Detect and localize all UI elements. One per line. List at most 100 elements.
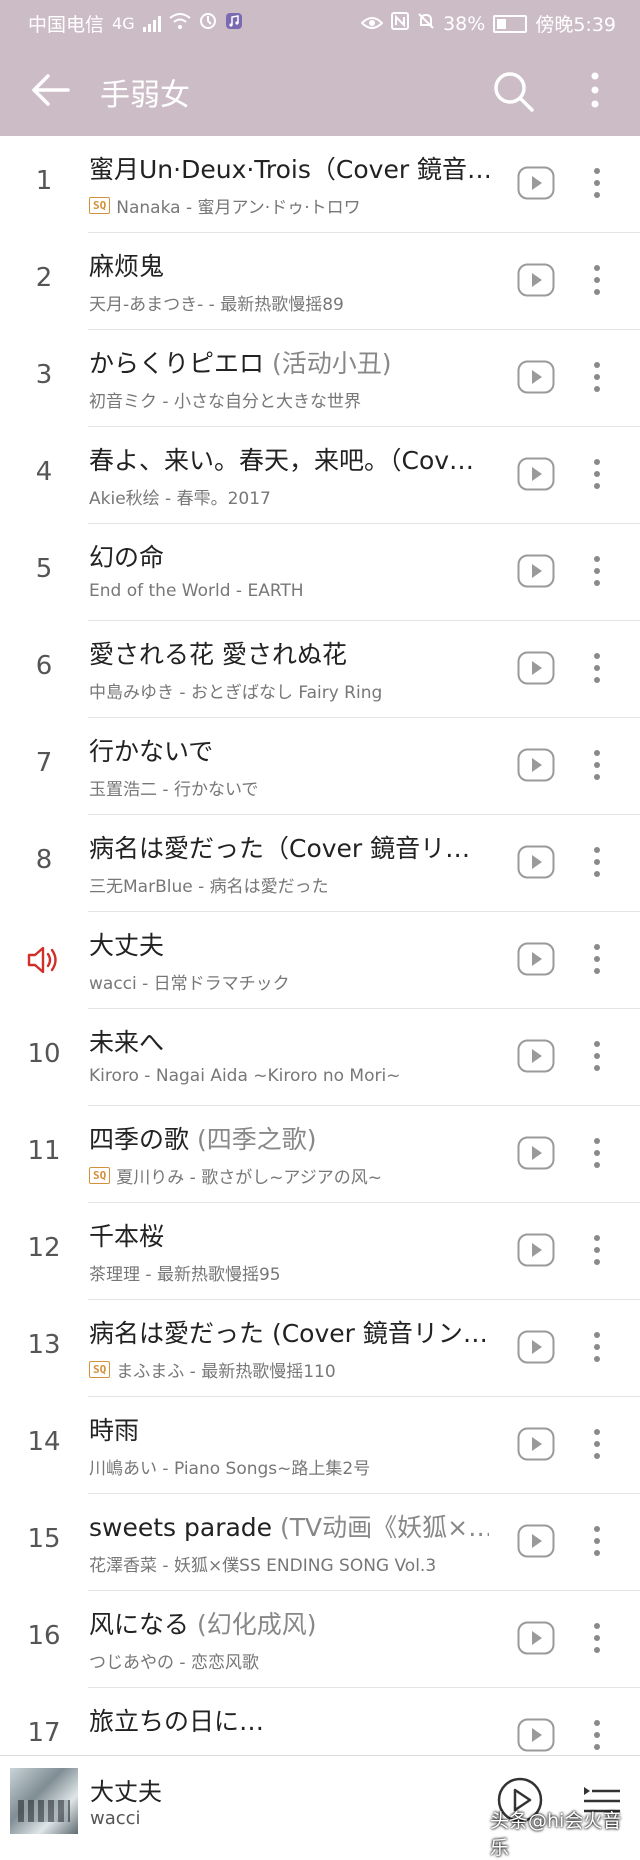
wifi-icon [168,12,191,35]
app-notification-icon [199,12,217,35]
play-video-icon[interactable] [517,1330,555,1364]
artist-album-text: Nanaka - 蜜月アン·ドゥ·トロワ [116,198,361,218]
app-bar: 手弱女 [0,44,640,136]
song-artist-album: SQ 夏川りみ - 歌さがし~アジアの风~ [89,1163,499,1188]
song-more-icon[interactable] [582,841,612,883]
signal-icon [142,15,161,32]
song-title-text: 蜜月Un·Deux·Trois（Cover 鏡音… [89,155,489,184]
song-row[interactable]: 7 行かないで 玉置浩二 - 行かないで [0,718,640,815]
sq-quality-badge: SQ [89,1361,111,1378]
song-more-icon[interactable] [582,647,612,689]
song-row[interactable]: 12 千本桜 茶理理 - 最新热歌慢摇95 [0,1203,640,1300]
song-title: 病名は愛だった (Cover 鏡音リン… [89,1314,489,1350]
song-row[interactable]: 13 病名は愛だった (Cover 鏡音リン… SQ まふまふ - 最新热歌慢摇1… [0,1300,640,1397]
play-video-icon[interactable] [517,1039,555,1073]
artist-album-text: Kiroro - Nagai Aida ~Kiroro no Mori~ [89,1066,401,1086]
song-title-text: 未来へ [89,1028,165,1057]
song-title: 行かないで [89,732,489,768]
track-number: 14 [27,1427,61,1457]
song-more-icon[interactable] [582,1714,612,1756]
song-row[interactable]: 10 未来へ Kiroro - Nagai Aida ~Kiroro no Mo… [0,1009,640,1106]
play-video-icon[interactable] [517,1524,555,1558]
song-row[interactable]: 2 麻烦鬼 天月-あまつき- - 最新热歌慢摇89 [0,233,640,330]
song-title: 麻烦鬼 [89,247,489,283]
play-video-icon[interactable] [517,1621,555,1655]
song-more-icon[interactable] [582,453,612,495]
carrier-label: 中国电信 [28,14,105,36]
song-title-text: 大丈夫 [89,931,165,960]
song-title: からくりピエロ (活动小丑) [89,344,489,380]
play-video-icon[interactable] [517,651,555,685]
back-arrow-icon[interactable] [28,68,72,112]
song-artist-album: 三无MarBlue - 病名は愛だった [89,872,499,897]
play-video-icon[interactable] [517,845,555,879]
song-more-icon[interactable] [582,1229,612,1271]
song-row[interactable]: 8 病名は愛だった（Cover 鏡音リ… 三无MarBlue - 病名は愛だった [0,815,640,912]
play-video-icon[interactable] [517,1136,555,1170]
song-row[interactable]: 1 蜜月Un·Deux·Trois（Cover 鏡音… SQ Nanaka - 蜜… [0,136,640,233]
song-row[interactable]: 5 幻の命 End of the World - EARTH [0,524,640,621]
song-row[interactable]: 大丈夫 wacci - 日常ドラマチック [0,912,640,1009]
song-row[interactable]: 4 春よ、来い。春天，来吧。（Cov… Akie秋绘 - 春雫。2017 [0,427,640,524]
play-video-icon[interactable] [517,554,555,588]
play-video-icon[interactable] [517,1427,555,1461]
more-vert-icon[interactable] [580,66,610,114]
search-icon[interactable] [490,68,536,114]
track-number: 13 [27,1330,61,1360]
song-more-icon[interactable] [582,1326,612,1368]
play-video-icon[interactable] [517,457,555,491]
song-artist-album: つじあやの - 恋恋风歌 [89,1648,499,1673]
track-number: 5 [35,554,53,584]
song-title-text: 四季の歌 [89,1125,190,1154]
music-notification-icon [225,12,243,35]
song-title: 愛される花 愛されぬ花 [89,635,489,671]
song-artist-album: Kiroro - Nagai Aida ~Kiroro no Mori~ [89,1066,499,1086]
song-title-text: 時雨 [89,1416,140,1445]
song-title-text: 病名は愛だった (Cover 鏡音リン… [89,1319,488,1348]
play-video-icon[interactable] [517,748,555,782]
track-number: 3 [35,360,53,390]
song-title-text: 幻の命 [89,543,165,572]
artist-album-text: 初音ミク - 小さな自分と大きな世界 [89,392,361,412]
song-more-icon[interactable] [582,1617,612,1659]
eye-comfort-icon [360,13,384,35]
album-cover[interactable] [10,1768,78,1834]
song-title-text: 行かないで [89,737,214,766]
song-more-icon[interactable] [582,1132,612,1174]
play-video-icon[interactable] [517,1718,555,1752]
play-video-icon[interactable] [517,360,555,394]
song-row[interactable]: 6 愛される花 愛されぬ花 中島みゆき - おとぎばなし Fairy Ring [0,621,640,718]
song-title-text: 愛される花 愛されぬ花 [89,640,347,669]
song-row[interactable]: 3 からくりピエロ (活动小丑) 初音ミク - 小さな自分と大きな世界 [0,330,640,427]
song-title-alias: (活动小丑) [264,349,392,378]
song-more-icon[interactable] [582,1520,612,1562]
song-row[interactable]: 15 sweets parade (TV动画《妖狐×… 花澤香菜 - 妖狐×僕S… [0,1494,640,1591]
track-number: 16 [27,1621,61,1651]
song-more-icon[interactable] [582,162,612,204]
nfc-icon [391,12,410,35]
song-artist-album: 花澤香菜 - 妖狐×僕SS ENDING SONG Vol.3 [89,1551,499,1576]
song-more-icon[interactable] [582,356,612,398]
play-video-icon[interactable] [517,166,555,200]
network-type-label: 4G [112,14,135,33]
song-title-text: sweets parade [89,1513,273,1542]
track-number: 10 [27,1039,61,1069]
song-more-icon[interactable] [582,259,612,301]
song-more-icon[interactable] [582,938,612,980]
play-video-icon[interactable] [517,942,555,976]
sq-quality-badge: SQ [89,1167,111,1184]
song-title: 時雨 [89,1411,489,1447]
play-video-icon[interactable] [517,1233,555,1267]
artist-album-text: つじあやの - 恋恋风歌 [89,1653,259,1673]
song-more-icon[interactable] [582,1035,612,1077]
song-title-alias: (四季之歌) [189,1125,317,1154]
song-row[interactable]: 14 時雨 川嶋あい - Piano Songs~路上集2号 [0,1397,640,1494]
song-more-icon[interactable] [582,550,612,592]
song-more-icon[interactable] [582,1423,612,1465]
song-row[interactable]: 11 四季の歌 (四季之歌) SQ 夏川りみ - 歌さがし~アジアの风~ [0,1106,640,1203]
song-more-icon[interactable] [582,744,612,786]
song-artist-album: 初音ミク - 小さな自分と大きな世界 [89,387,499,412]
song-row[interactable]: 16 风になる (幻化成风) つじあやの - 恋恋风歌 [0,1591,640,1688]
play-video-icon[interactable] [517,263,555,297]
track-number: 11 [27,1136,61,1166]
